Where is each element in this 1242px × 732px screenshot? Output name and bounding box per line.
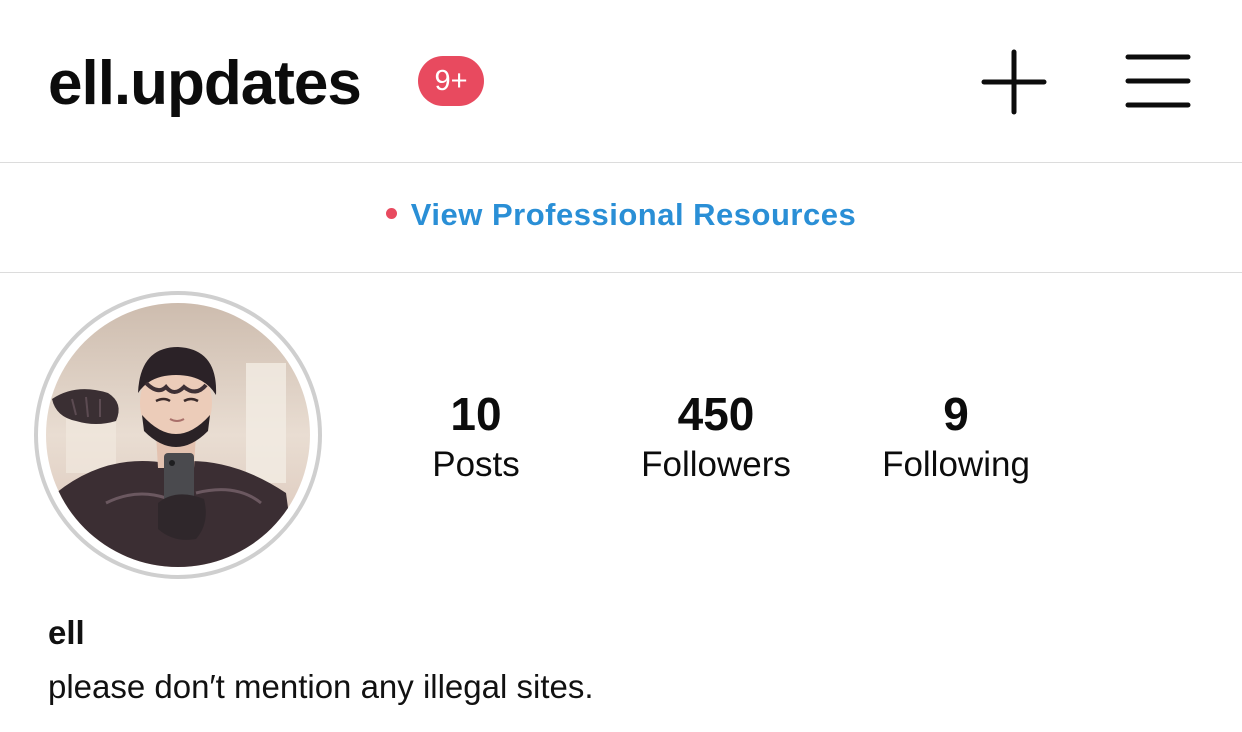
avatar-illustration-icon xyxy=(46,303,310,567)
following-count: 9 xyxy=(943,388,969,440)
menu-button[interactable] xyxy=(1124,52,1192,110)
plus-icon xyxy=(981,49,1047,115)
notification-badge[interactable]: 9+ xyxy=(418,56,484,106)
hamburger-menu-icon xyxy=(1125,54,1191,108)
profile-bio: please don′t mention any illegal sites. xyxy=(48,668,594,705)
following-label: Following xyxy=(882,445,1030,484)
profile-display-name: ell xyxy=(48,614,85,651)
profile-header: ell.updates 9+ xyxy=(0,0,1242,163)
unread-dot-icon xyxy=(385,208,397,220)
followers-label: Followers xyxy=(641,445,791,484)
username-title[interactable]: ell.updates xyxy=(48,46,362,122)
new-post-button[interactable] xyxy=(980,48,1048,116)
view-professional-resources-link[interactable]: View Professional Resources xyxy=(0,193,1242,237)
followers-stat[interactable]: 450 Followers xyxy=(616,386,816,488)
professional-resources-bar: View Professional Resources xyxy=(0,163,1242,273)
professional-resources-label: View Professional Resources xyxy=(410,197,857,232)
profile-avatar[interactable] xyxy=(46,303,310,567)
followers-count: 450 xyxy=(677,388,755,440)
following-stat[interactable]: 9 Following xyxy=(856,386,1056,488)
posts-label: Posts xyxy=(432,445,520,484)
posts-count: 10 xyxy=(450,388,502,440)
posts-stat[interactable]: 10 Posts xyxy=(396,386,556,488)
